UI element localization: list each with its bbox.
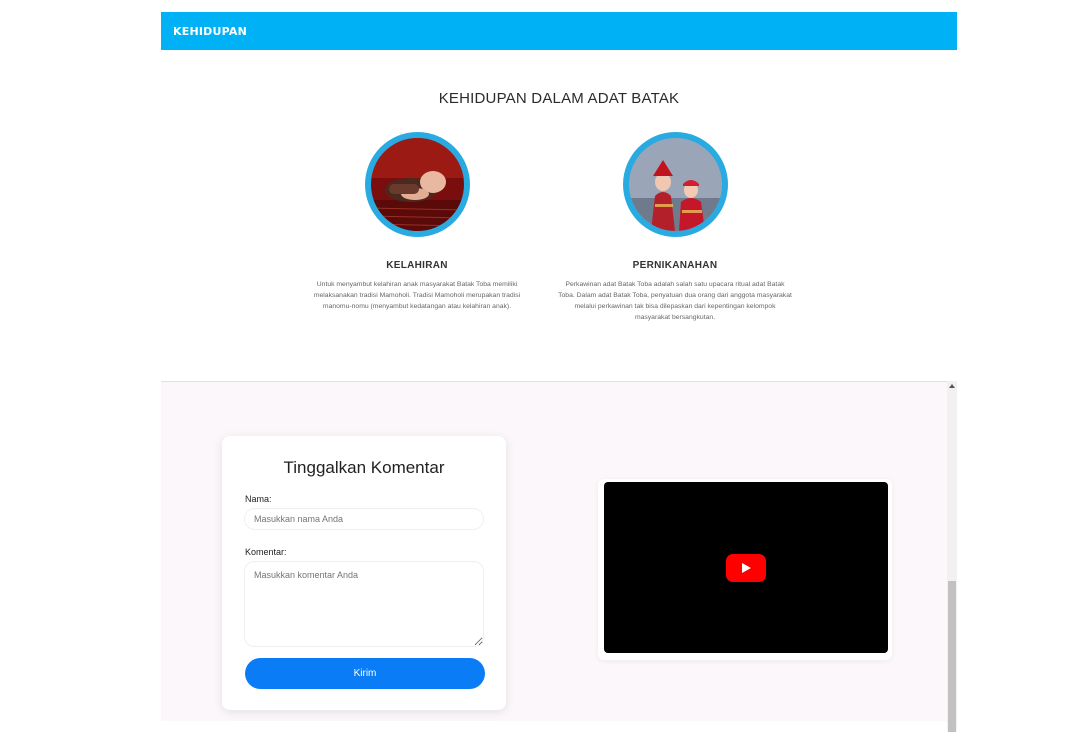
name-label: Nama: [245,494,272,504]
comment-form: Tinggalkan Komentar Nama: Komentar: Kiri… [222,436,506,710]
form-title: Tinggalkan Komentar [283,458,445,477]
comment-section: Tinggalkan Komentar Nama: Komentar: Kiri… [161,381,947,721]
card-description: Untuk menyambut kelahiran anak masyaraka… [313,281,521,310]
scrollbar[interactable] [947,381,957,732]
navbar-brand[interactable]: KEHIDUPAN [173,25,247,38]
card-pernikahan: PERNIKANAHAN Perkawinan adat Batak Toba … [555,132,795,323]
video-player[interactable] [604,482,888,653]
card-title: PERNIKANAHAN [632,260,718,271]
submit-button[interactable]: Kirim [245,658,485,689]
avatar-ring [622,132,728,237]
top-navbar: KEHIDUPAN [161,12,957,50]
avatar-ring [364,132,470,237]
section-title: KEHIDUPAN DALAM ADAT BATAK [438,90,680,107]
card-title: KELAHIRAN [386,260,448,271]
comment-textarea[interactable] [244,561,484,647]
youtube-play-icon[interactable] [726,554,766,582]
play-triangle-icon [742,563,751,573]
comment-label: Komentar: [245,547,287,557]
name-input[interactable] [244,508,484,530]
scrollbar-thumb[interactable] [948,581,956,732]
card-kelahiran: KELAHIRAN Untuk menyambut kelahiran anak… [297,132,537,312]
scroll-up-arrow-icon[interactable] [949,384,955,388]
card-description: Perkawinan adat Batak Toba adalah salah … [558,281,792,321]
page: KEHIDUPAN KEHIDUPAN DALAM ADAT BATAK KEL… [161,12,957,732]
newborn-photo [370,138,464,231]
video-embed [598,479,892,660]
wedding-couple-photo [628,138,722,231]
